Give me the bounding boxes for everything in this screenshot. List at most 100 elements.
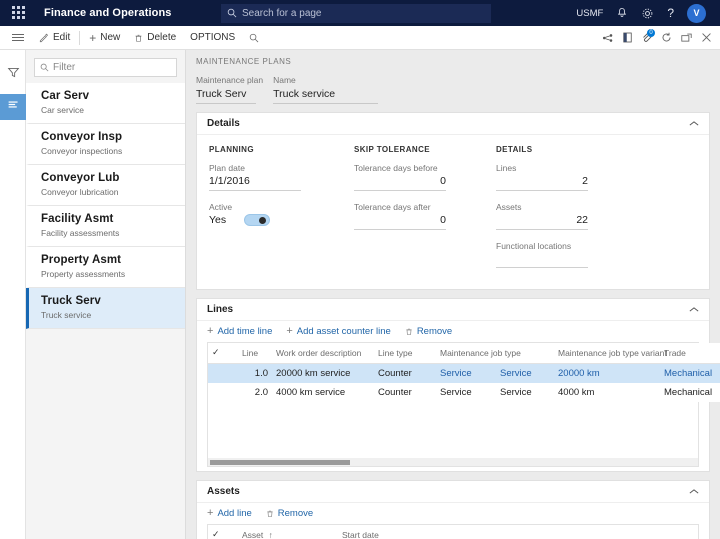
list-item-subtitle: Truck service xyxy=(41,310,92,320)
list-item[interactable]: Conveyor Insp Conveyor inspections xyxy=(26,124,185,165)
global-search-box[interactable] xyxy=(221,4,491,23)
list-item-subtitle: Property assessments xyxy=(41,269,126,279)
plan-date-field: Plan date 1/1/2016 xyxy=(209,163,354,191)
chevron-up-icon[interactable] xyxy=(689,487,699,497)
new-button[interactable]: + New xyxy=(82,27,127,49)
navigation-menu-icon[interactable] xyxy=(4,34,32,41)
list-item[interactable]: Car Serv Car service xyxy=(26,83,185,124)
functional-locations-field: Functional locations xyxy=(496,241,636,268)
list-item-subtitle: Facility assessments xyxy=(41,228,120,238)
table-row[interactable]: 2.0 4000 km service Counter Service Serv… xyxy=(208,383,720,402)
button-label: Remove xyxy=(416,326,453,337)
gear-icon[interactable] xyxy=(641,7,654,20)
lines-horizontal-scrollbar[interactable] xyxy=(207,458,699,467)
cell-job-type-secondary[interactable]: Service xyxy=(496,363,554,383)
app-launcher-icon[interactable] xyxy=(12,6,30,20)
edit-button-label: Edit xyxy=(53,32,71,43)
list-filter-box[interactable] xyxy=(34,58,177,77)
list-item-selected[interactable]: Truck Serv Truck service xyxy=(26,288,185,329)
cell-variant[interactable]: 4000 km xyxy=(554,383,660,402)
chevron-up-icon[interactable] xyxy=(689,119,699,129)
field-value[interactable]: 22 xyxy=(496,214,588,230)
column-header-start-date[interactable]: Start date xyxy=(338,525,448,539)
list-item[interactable]: Facility Asmt Facility assessments xyxy=(26,206,185,247)
remove-line-button[interactable]: Remove xyxy=(405,326,452,337)
list-pane-toggle[interactable] xyxy=(0,94,26,120)
list-icon xyxy=(7,98,20,116)
column-header-line-type[interactable]: Line type xyxy=(374,343,436,364)
company-selector[interactable]: USMF xyxy=(576,8,603,19)
list-item[interactable]: Conveyor Lub Conveyor lubrication xyxy=(26,165,185,206)
list-item[interactable]: Property Asmt Property assessments xyxy=(26,247,185,288)
cell-variant[interactable]: 20000 km xyxy=(554,363,660,383)
notes-icon[interactable] xyxy=(623,32,632,43)
question-mark-icon[interactable]: ? xyxy=(667,6,674,20)
delete-button[interactable]: Delete xyxy=(127,27,183,49)
cell-trade[interactable]: Mechanical xyxy=(660,383,720,402)
search-icon xyxy=(227,5,237,23)
attachments-icon[interactable]: 0 xyxy=(641,29,655,43)
list-item-title: Property Asmt xyxy=(41,254,122,266)
top-nav-right-group: USMF ? V xyxy=(576,3,712,23)
add-time-line-button[interactable]: + Add time line xyxy=(207,326,272,338)
field-value[interactable] xyxy=(496,253,588,268)
pencil-icon xyxy=(39,33,48,42)
cell-job-type[interactable]: Service xyxy=(436,383,496,402)
assets-toolbar: + Add line Remove xyxy=(197,503,709,524)
lines-card-header[interactable]: Lines xyxy=(197,299,709,321)
select-all-header[interactable]: ✓ xyxy=(208,343,238,364)
options-tab[interactable]: OPTIONS xyxy=(183,27,242,49)
select-all-header[interactable]: ✓ xyxy=(208,525,238,539)
lines-card: Lines + Add time line + Add asset counte… xyxy=(196,298,720,472)
cell-line: 2.0 xyxy=(238,383,272,402)
active-toggle[interactable] xyxy=(244,214,271,226)
search-input[interactable] xyxy=(242,8,485,19)
row-select-cell[interactable] xyxy=(208,383,238,402)
field-label: Assets xyxy=(496,202,522,212)
column-header-maintenance-job-type[interactable]: Maintenance job type xyxy=(436,343,554,364)
field-label: Plan date xyxy=(209,163,245,173)
field-value[interactable]: 0 xyxy=(354,214,446,230)
remove-asset-button[interactable]: Remove xyxy=(266,508,313,519)
header-fields: Maintenance plan Truck Serv Name Truck s… xyxy=(196,75,710,104)
details-card: Details PLANNING Plan date 1/1/2016 Acti… xyxy=(196,112,710,290)
chevron-up-icon[interactable] xyxy=(689,305,699,315)
filter-input[interactable] xyxy=(53,62,171,73)
bell-icon[interactable] xyxy=(616,7,628,19)
column-header-work-order-description[interactable]: Work order description xyxy=(272,343,374,364)
trash-icon xyxy=(135,34,142,42)
tolerance-days-before-field: Tolerance days before 0 xyxy=(354,163,496,191)
action-search-icon[interactable] xyxy=(242,27,266,49)
field-value[interactable]: 2 xyxy=(496,175,588,191)
table-row[interactable]: 1.0 20000 km service Counter Service Ser… xyxy=(208,363,720,383)
field-value[interactable]: 0 xyxy=(354,175,446,191)
refresh-icon[interactable] xyxy=(661,32,672,43)
edit-button[interactable]: Edit xyxy=(32,27,77,49)
filter-pane-toggle[interactable] xyxy=(0,62,26,88)
column-header-asset[interactable]: Asset ↑ xyxy=(238,525,338,539)
checkmark-icon: ✓ xyxy=(212,347,220,357)
details-card-header[interactable]: Details xyxy=(197,113,709,135)
column-header-maintenance-job-type-variant[interactable]: Maintenance job type variant xyxy=(554,343,667,364)
assets-card-header[interactable]: Assets xyxy=(197,481,709,503)
list-item-title: Conveyor Lub xyxy=(41,172,120,184)
user-avatar[interactable]: V xyxy=(687,3,706,23)
cell-job-type[interactable]: Service xyxy=(436,363,496,383)
add-asset-line-button[interactable]: + Add line xyxy=(207,508,252,520)
share-icon[interactable] xyxy=(602,33,614,43)
field-value[interactable]: Truck service xyxy=(273,88,379,104)
field-value[interactable]: Truck Serv xyxy=(196,88,256,104)
scrollbar-thumb[interactable] xyxy=(210,460,350,465)
column-header-line[interactable]: Line xyxy=(238,343,272,364)
add-asset-counter-line-button[interactable]: + Add asset counter line xyxy=(286,326,390,338)
popout-icon[interactable] xyxy=(681,33,692,43)
cell-trade[interactable]: Mechanical xyxy=(660,363,720,383)
lines-grid: ✓ Line Work order description Line type … xyxy=(207,342,720,402)
column-header-trade[interactable]: Trade xyxy=(660,343,720,364)
cell-job-type-secondary[interactable]: Service xyxy=(496,383,554,402)
row-select-cell[interactable] xyxy=(208,363,238,383)
close-icon[interactable] xyxy=(701,32,712,43)
skip-tolerance-group: SKIP TOLERANCE Tolerance days before 0 T… xyxy=(354,145,496,279)
delete-button-label: Delete xyxy=(147,32,177,43)
field-value[interactable]: 1/1/2016 xyxy=(209,175,301,191)
